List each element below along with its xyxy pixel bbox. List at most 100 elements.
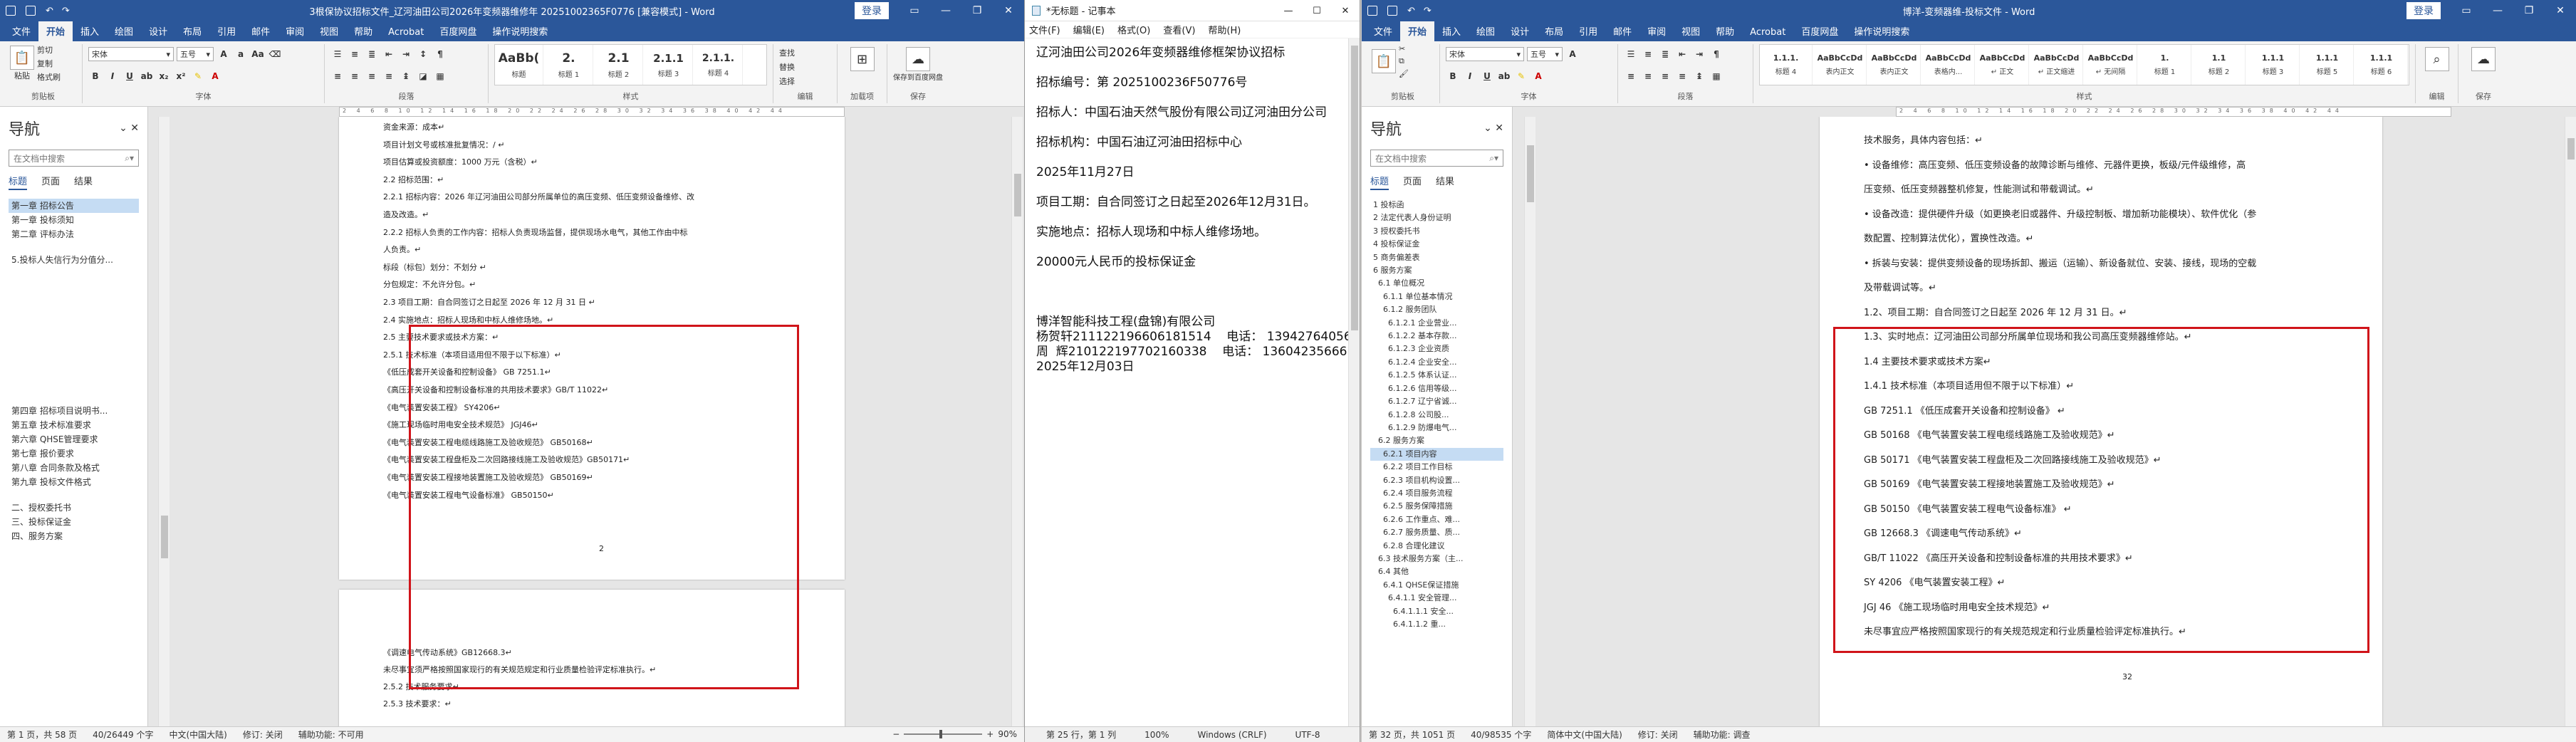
nav-heading-item[interactable] bbox=[9, 301, 139, 313]
tab-insert[interactable]: 插入 bbox=[1434, 21, 1469, 41]
align-left-icon[interactable]: ≡ bbox=[330, 69, 345, 83]
tab-design[interactable]: 设计 bbox=[1503, 21, 1537, 41]
nav-heading-item[interactable]: 6.2.2 项目工作目标 bbox=[1370, 461, 1503, 474]
nav-heading-item[interactable]: 第七章 报价要求 bbox=[9, 446, 139, 461]
nav-heading-item[interactable]: 6.2.7 服务质量、质... bbox=[1370, 526, 1503, 539]
style-item[interactable]: AaBbCcDd 表内正文 bbox=[1868, 45, 1921, 85]
nav-heading-item[interactable]: 6.1.1 单位基本情况 bbox=[1370, 291, 1503, 303]
tab-help[interactable]: 帮助 bbox=[1708, 21, 1742, 41]
nav-heading-item[interactable]: 6.2.4 项目服务流程 bbox=[1370, 487, 1503, 500]
grow-font-icon[interactable]: A bbox=[217, 47, 231, 61]
nav-heading-item[interactable]: 第一章 投标须知 bbox=[9, 213, 139, 227]
nav-heading-item[interactable] bbox=[9, 241, 139, 253]
accessibility[interactable]: 辅助功能: 调查 bbox=[1694, 728, 1751, 741]
multilevel-icon[interactable]: ≣ bbox=[1658, 47, 1672, 61]
nav-heading-item[interactable] bbox=[9, 489, 139, 501]
nav-heading-item[interactable]: 6.1.2.4 企业安全... bbox=[1370, 356, 1503, 369]
tab-help[interactable]: 帮助 bbox=[346, 21, 380, 41]
style-item[interactable]: AaBbCcDd 表格内... bbox=[1922, 45, 1975, 85]
nav-heading-item[interactable]: 6.4.1.1.1 安全... bbox=[1370, 605, 1503, 618]
tab-references[interactable]: 引用 bbox=[209, 21, 244, 41]
maximize-icon[interactable]: ❐ bbox=[961, 5, 993, 16]
strike-icon[interactable]: ab bbox=[140, 69, 154, 83]
style-item[interactable]: AaBbCcDd ↵ 正文 bbox=[1976, 45, 2029, 85]
tab-references[interactable]: 引用 bbox=[1571, 21, 1605, 41]
tab-draw[interactable]: 绘图 bbox=[107, 21, 141, 41]
menu-file[interactable]: 文件(F) bbox=[1029, 23, 1060, 36]
style-item[interactable]: 1.1.1. 标题 4 bbox=[1760, 45, 1813, 85]
copy-button[interactable]: 复制 bbox=[37, 58, 61, 69]
show-marks-icon[interactable]: ¶ bbox=[433, 47, 447, 61]
align-center-icon[interactable]: ≡ bbox=[348, 69, 362, 83]
nav-heading-item[interactable] bbox=[9, 267, 139, 278]
underline-icon[interactable]: U bbox=[122, 69, 137, 83]
nav-heading-item[interactable]: 6.2.3 项目机构设置... bbox=[1370, 474, 1503, 487]
strike-icon[interactable]: ab bbox=[1497, 69, 1511, 83]
save-icon[interactable] bbox=[26, 6, 36, 16]
nav-heading-item[interactable]: 第八章 合同条款及格式 bbox=[9, 461, 139, 475]
grow-font-icon[interactable]: A bbox=[1565, 47, 1580, 61]
notepad-text-area[interactable]: 辽河油田公司2026年变频器维修框架协议招标 招标编号：第 2025100236F… bbox=[1025, 38, 1360, 382]
nav-heading-item[interactable]: 6.4 其他 bbox=[1370, 565, 1503, 578]
nav-heading-item[interactable]: 6.2.1 项目内容 bbox=[1370, 447, 1503, 461]
save-icon[interactable] bbox=[1387, 6, 1397, 16]
tab-draw[interactable]: 绘图 bbox=[1469, 21, 1503, 41]
close-icon[interactable]: ✕ bbox=[993, 5, 1024, 16]
nav-scrollbar[interactable] bbox=[158, 117, 170, 726]
style-item[interactable]: AaBb(标题 bbox=[495, 45, 543, 85]
tab-file[interactable]: 文件 bbox=[4, 21, 38, 41]
menu-edit[interactable]: 编辑(E) bbox=[1073, 23, 1105, 36]
bullets-icon[interactable]: ☰ bbox=[1624, 47, 1638, 61]
format-painter-icon[interactable]: 🖌 bbox=[1399, 69, 1409, 78]
nav-heading-item[interactable]: 5.投标人失信行为分值分... bbox=[9, 253, 139, 267]
font-name-combo[interactable]: 宋体 ▾ bbox=[88, 47, 174, 61]
nav-heading-item[interactable]: 6.1.2.9 防爆电气... bbox=[1370, 422, 1503, 434]
page-count[interactable]: 第 1 页，共 58 页 bbox=[7, 728, 77, 741]
doc-scrollbar[interactable] bbox=[1011, 117, 1023, 726]
tab-insert[interactable]: 插入 bbox=[73, 21, 107, 41]
nav-heading-item[interactable]: 6.2 服务方案 bbox=[1370, 434, 1503, 447]
nav-heading-item[interactable]: 6.1.2 服务团队 bbox=[1370, 303, 1503, 316]
tab-file[interactable]: 文件 bbox=[1366, 21, 1400, 41]
style-item[interactable]: 1.1.1 标题 5 bbox=[2301, 45, 2354, 85]
nav-heading-item[interactable] bbox=[9, 392, 139, 404]
nav-search-input[interactable]: 在文档中搜索 ⌕▾ bbox=[9, 150, 139, 167]
superscript-icon[interactable]: x² bbox=[174, 69, 188, 83]
track-changes[interactable]: 修订: 关闭 bbox=[1638, 728, 1678, 741]
tab-design[interactable]: 设计 bbox=[141, 21, 175, 41]
find-icon[interactable]: ⌕ bbox=[2424, 47, 2449, 71]
maximize-icon[interactable]: ❐ bbox=[2513, 5, 2545, 16]
cut-icon[interactable]: ✂ bbox=[1399, 44, 1409, 53]
minimize-icon[interactable]: — bbox=[2482, 5, 2513, 16]
undo-icon[interactable]: ↶ bbox=[46, 6, 53, 16]
format-painter-button[interactable]: 格式刷 bbox=[37, 71, 61, 83]
tab-mailings[interactable]: 邮件 bbox=[244, 21, 278, 41]
track-changes[interactable]: 修订: 关闭 bbox=[243, 728, 283, 741]
doc-scrollbar[interactable] bbox=[2565, 117, 2576, 726]
nav-heading-item[interactable]: 第六章 QHSE管理要求 bbox=[9, 432, 139, 446]
tab-review[interactable]: 审阅 bbox=[1639, 21, 1674, 41]
login-button[interactable]: 登录 bbox=[855, 2, 889, 19]
nav-heading-item[interactable]: 6.1.2.3 企业资质 bbox=[1370, 343, 1503, 355]
font-color-icon[interactable]: A bbox=[208, 69, 222, 83]
nav-heading-item[interactable]: 第四章 招标项目说明书... bbox=[9, 404, 139, 418]
nav-heading-item[interactable] bbox=[9, 370, 139, 381]
baidu-save-icon[interactable]: ☁ bbox=[2471, 47, 2496, 71]
nav-heading-item[interactable]: 6.1.2.6 信用等级... bbox=[1370, 382, 1503, 395]
nav-heading-item[interactable]: 6.2.5 服务保障措施 bbox=[1370, 500, 1503, 513]
change-case-icon[interactable]: Aa bbox=[251, 47, 265, 61]
sort-icon[interactable]: ↕ bbox=[416, 47, 430, 61]
nav-heading-item[interactable]: 6.3 技术服务方案（主... bbox=[1370, 553, 1503, 565]
align-right-icon[interactable]: ≡ bbox=[365, 69, 379, 83]
style-item[interactable]: AaBbCcDd ↵ 无间隔 bbox=[2085, 45, 2137, 85]
increase-indent-icon[interactable]: ⇥ bbox=[1692, 47, 1706, 61]
nav-tab-headings[interactable]: 标题 bbox=[1370, 174, 1389, 190]
zoom-level[interactable]: 90% bbox=[998, 729, 1017, 739]
nav-heading-item[interactable]: 6 服务方案 bbox=[1370, 264, 1503, 277]
nav-heading-item[interactable] bbox=[9, 347, 139, 358]
minimize-icon[interactable]: — bbox=[1274, 6, 1303, 16]
nav-heading-item[interactable]: 6.2.6 工作重点、难... bbox=[1370, 513, 1503, 526]
maximize-icon[interactable]: ☐ bbox=[1303, 6, 1331, 16]
tell-me-search[interactable]: 操作说明搜索 bbox=[1846, 21, 1917, 41]
menu-help[interactable]: 帮助(H) bbox=[1208, 23, 1241, 36]
